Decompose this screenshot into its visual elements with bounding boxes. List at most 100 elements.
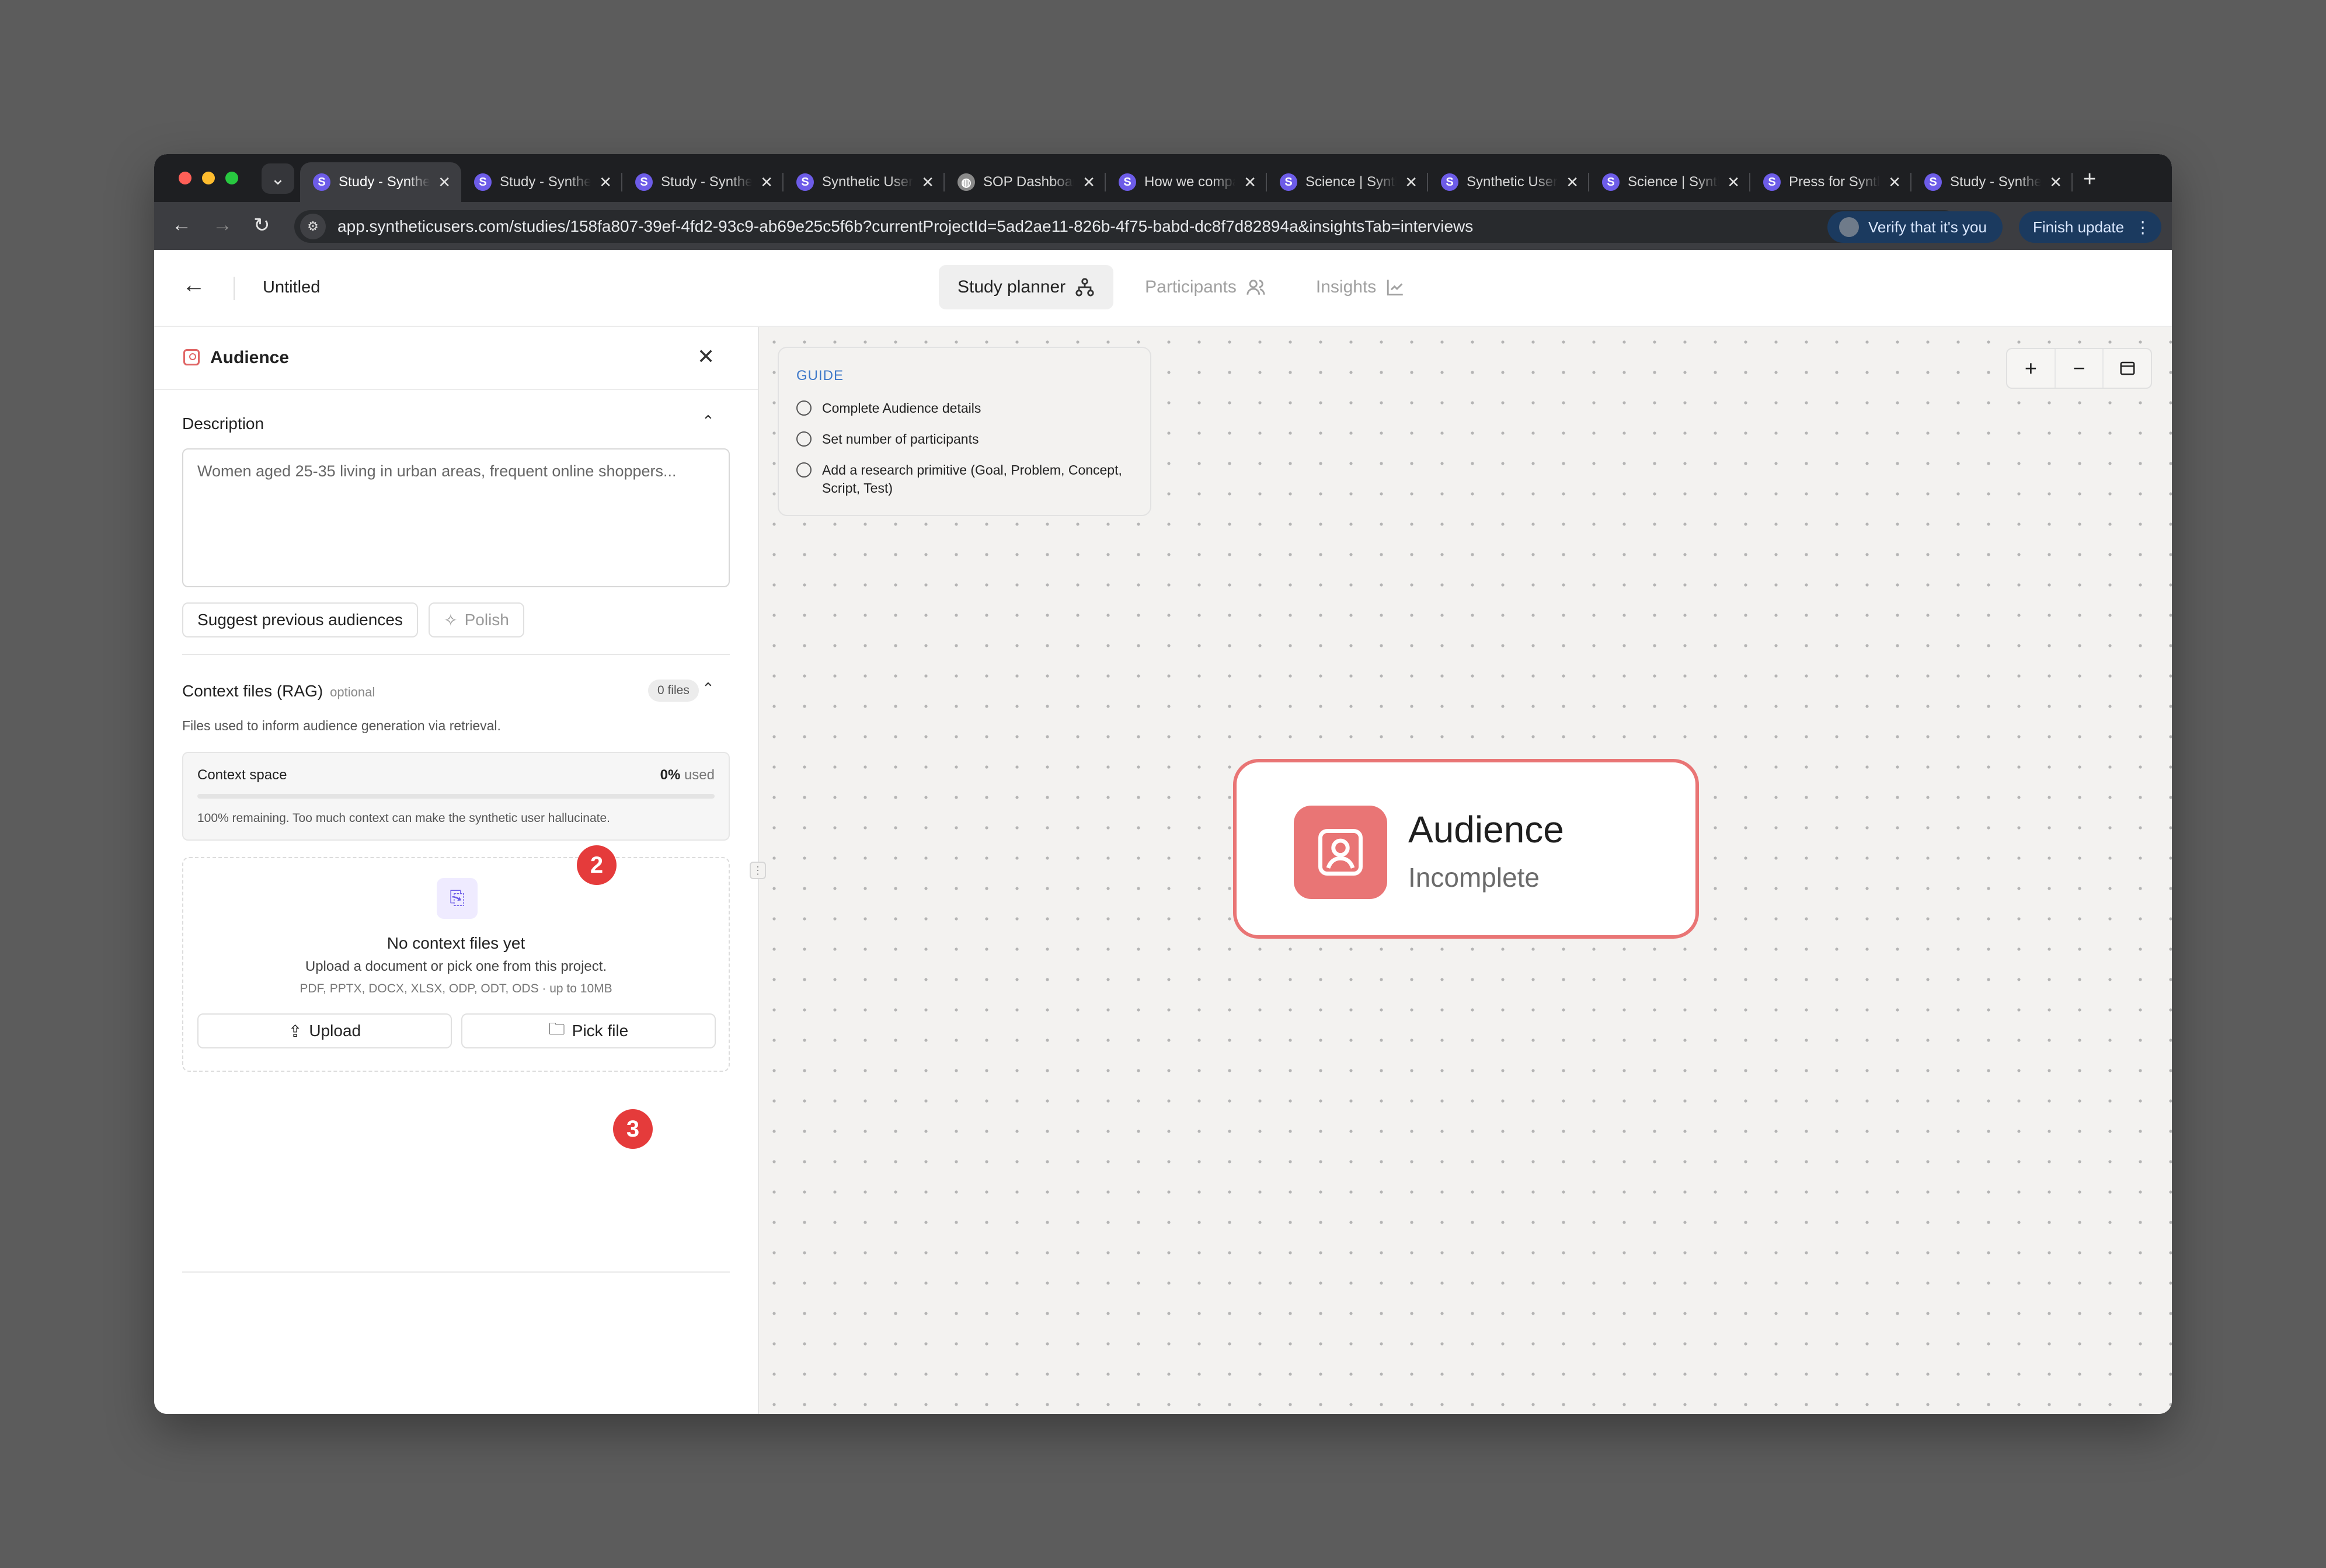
reload-icon[interactable]: ↻ (253, 214, 270, 237)
node-title: Audience (1408, 809, 1564, 851)
tab-title: Study - Synthetic Users (1950, 174, 2042, 190)
close-tab-icon[interactable]: ✕ (599, 173, 612, 191)
tab-participants[interactable]: Participants (1126, 265, 1284, 309)
file-dropzone[interactable]: ⎘ No context files yet Upload a document… (182, 857, 730, 1072)
guide-item[interactable]: Complete Audience details (796, 399, 1133, 417)
tab-study-planner[interactable]: Study planner (939, 265, 1114, 309)
favicon-icon: S (313, 173, 330, 191)
back-arrow-icon[interactable]: ← (182, 272, 206, 298)
pick-file-button[interactable]: 🗀 Pick file (461, 1013, 716, 1048)
polish-button[interactable]: ✧ Polish (429, 602, 524, 637)
panel-resize-handle[interactable]: ⋮ (750, 862, 766, 879)
site-settings-icon[interactable]: ⚙ (300, 214, 326, 239)
checkbox-circle-icon[interactable] (796, 400, 812, 416)
browser-tab[interactable]: S Study - Synthetic Users ✕ (622, 162, 784, 202)
browser-tab[interactable]: S Science | Synthetic Users ✕ (1589, 162, 1750, 202)
close-icon[interactable]: ✕ (697, 344, 715, 369)
description-textarea[interactable]: Women aged 25-35 living in urban areas, … (182, 448, 730, 587)
close-tab-icon[interactable]: ✕ (1082, 173, 1095, 191)
browser-tab[interactable]: S How we compare ✕ (1106, 162, 1267, 202)
empty-subtitle: Upload a document or pick one from this … (305, 959, 607, 974)
tab-title: Synthetic Users (1467, 174, 1558, 190)
tab-search-button[interactable]: ⌄ (262, 163, 294, 194)
checkbox-circle-icon[interactable] (796, 431, 812, 447)
description-label: Description (182, 414, 264, 433)
tab-title: Synthetic Users (822, 174, 914, 190)
close-tab-icon[interactable]: ✕ (438, 173, 451, 191)
section-divider (182, 1271, 730, 1273)
zoom-out-button[interactable]: − (2056, 349, 2104, 388)
close-tab-icon[interactable]: ✕ (921, 173, 934, 191)
back-icon[interactable]: ← (172, 214, 191, 236)
header-divider (234, 277, 235, 300)
minimize-window-button[interactable] (202, 172, 215, 184)
pick-file-label: Pick file (572, 1022, 629, 1040)
chevron-down-icon: ⌄ (270, 169, 285, 189)
polish-label: Polish (464, 611, 509, 629)
context-used: 0% used (660, 767, 715, 783)
files-count-badge: 0 files (648, 680, 699, 702)
finish-update-label: Finish update (2033, 218, 2125, 236)
section-divider (182, 654, 730, 655)
browser-tab[interactable]: S Study - Synthetic Users ✕ (1911, 162, 2073, 202)
browser-tab[interactable]: S Science | Synthetic Users ✕ (1267, 162, 1428, 202)
checkbox-circle-icon[interactable] (796, 462, 812, 478)
forward-icon[interactable]: → (213, 214, 232, 236)
study-canvas[interactable]: GUIDE Complete Audience details Set numb… (759, 327, 2172, 1414)
close-tab-icon[interactable]: ✕ (1888, 173, 1901, 191)
close-tab-icon[interactable]: ✕ (760, 173, 773, 191)
browser-tab[interactable]: ◍ SOP Dashboard ✕ (945, 162, 1106, 202)
tab-title: Science | Synthetic Users (1305, 174, 1397, 190)
tab-title: Press for Synthetic Users (1789, 174, 1880, 190)
address-bar[interactable]: ⚙ app.syntheticusers.com/studies/158fa80… (294, 210, 1961, 243)
verify-identity-button[interactable]: Verify that it's you (1827, 211, 2003, 243)
url-text[interactable]: app.syntheticusers.com/studies/158fa807-… (337, 217, 1473, 236)
node-status: Incomplete (1408, 862, 1540, 893)
context-hint: Files used to inform audience generation… (182, 718, 501, 733)
globe-icon: ◍ (957, 173, 975, 191)
zoom-in-button[interactable]: + (2007, 349, 2056, 388)
chevron-up-icon[interactable]: ⌃ (702, 412, 715, 430)
tab-label: Study planner (957, 277, 1066, 297)
guide-item-label: Set number of participants (822, 431, 979, 447)
tab-label: Insights (1315, 277, 1377, 297)
tab-strip: ⌄ S Study - Synthetic Users ✕ S Study - Synt… (154, 154, 2172, 202)
fit-view-icon (2120, 361, 2135, 375)
browser-tab[interactable]: S Press for Synthetic Users ✕ (1750, 162, 1911, 202)
finish-update-button[interactable]: Finish update ⋮ (2019, 211, 2161, 243)
tab-title: Study - Synthetic Users (500, 174, 591, 190)
avatar (1839, 217, 1859, 237)
study-title[interactable]: Untitled (263, 278, 320, 297)
maximize-window-button[interactable] (225, 172, 238, 184)
tab-insights[interactable]: Insights (1297, 265, 1424, 309)
optional-tag: optional (330, 685, 375, 699)
close-window-button[interactable] (179, 172, 191, 184)
chevron-up-icon[interactable]: ⌃ (702, 680, 715, 698)
guide-item-label: Add a research primitive (Goal, Problem,… (822, 462, 1122, 496)
browser-tab[interactable]: S Study - Synthetic Users ✕ (461, 162, 622, 202)
guide-item[interactable]: Add a research primitive (Goal, Problem,… (796, 461, 1133, 497)
close-tab-icon[interactable]: ✕ (1405, 173, 1418, 191)
fit-view-button[interactable] (2104, 349, 2151, 388)
close-tab-icon[interactable]: ✕ (1566, 173, 1579, 191)
close-tab-icon[interactable]: ✕ (2049, 173, 2062, 191)
close-tab-icon[interactable]: ✕ (1244, 173, 1256, 191)
app-header: ← Untitled Study planner Participants In… (154, 250, 2172, 327)
guide-item[interactable]: Set number of participants (796, 430, 1133, 448)
favicon-icon: S (1602, 173, 1620, 191)
audience-node[interactable]: Audience Incomplete (1233, 759, 1699, 939)
favicon-icon: S (635, 173, 653, 191)
browser-tab[interactable]: S Synthetic Users ✕ (784, 162, 945, 202)
upload-button[interactable]: ⇪ Upload (197, 1013, 452, 1048)
close-tab-icon[interactable]: ✕ (1727, 173, 1740, 191)
suggest-audiences-button[interactable]: Suggest previous audiences (182, 602, 418, 637)
browser-toolbar: ← → ↻ ⚙ app.syntheticusers.com/studies/1… (154, 202, 2172, 250)
new-tab-icon[interactable]: + (2083, 167, 2096, 202)
favicon-icon: S (474, 173, 492, 191)
file-formats: PDF, PPTX, DOCX, XLSX, ODP, ODT, ODS · u… (300, 982, 612, 995)
suggest-label: Suggest previous audiences (197, 611, 403, 629)
browser-tab[interactable]: S Synthetic Users ✕ (1428, 162, 1589, 202)
annotation-badge-2: 2 (577, 845, 617, 885)
annotation-badge-3: 3 (613, 1109, 653, 1149)
browser-tab[interactable]: S Study - Synthetic Users ✕ (300, 162, 461, 202)
